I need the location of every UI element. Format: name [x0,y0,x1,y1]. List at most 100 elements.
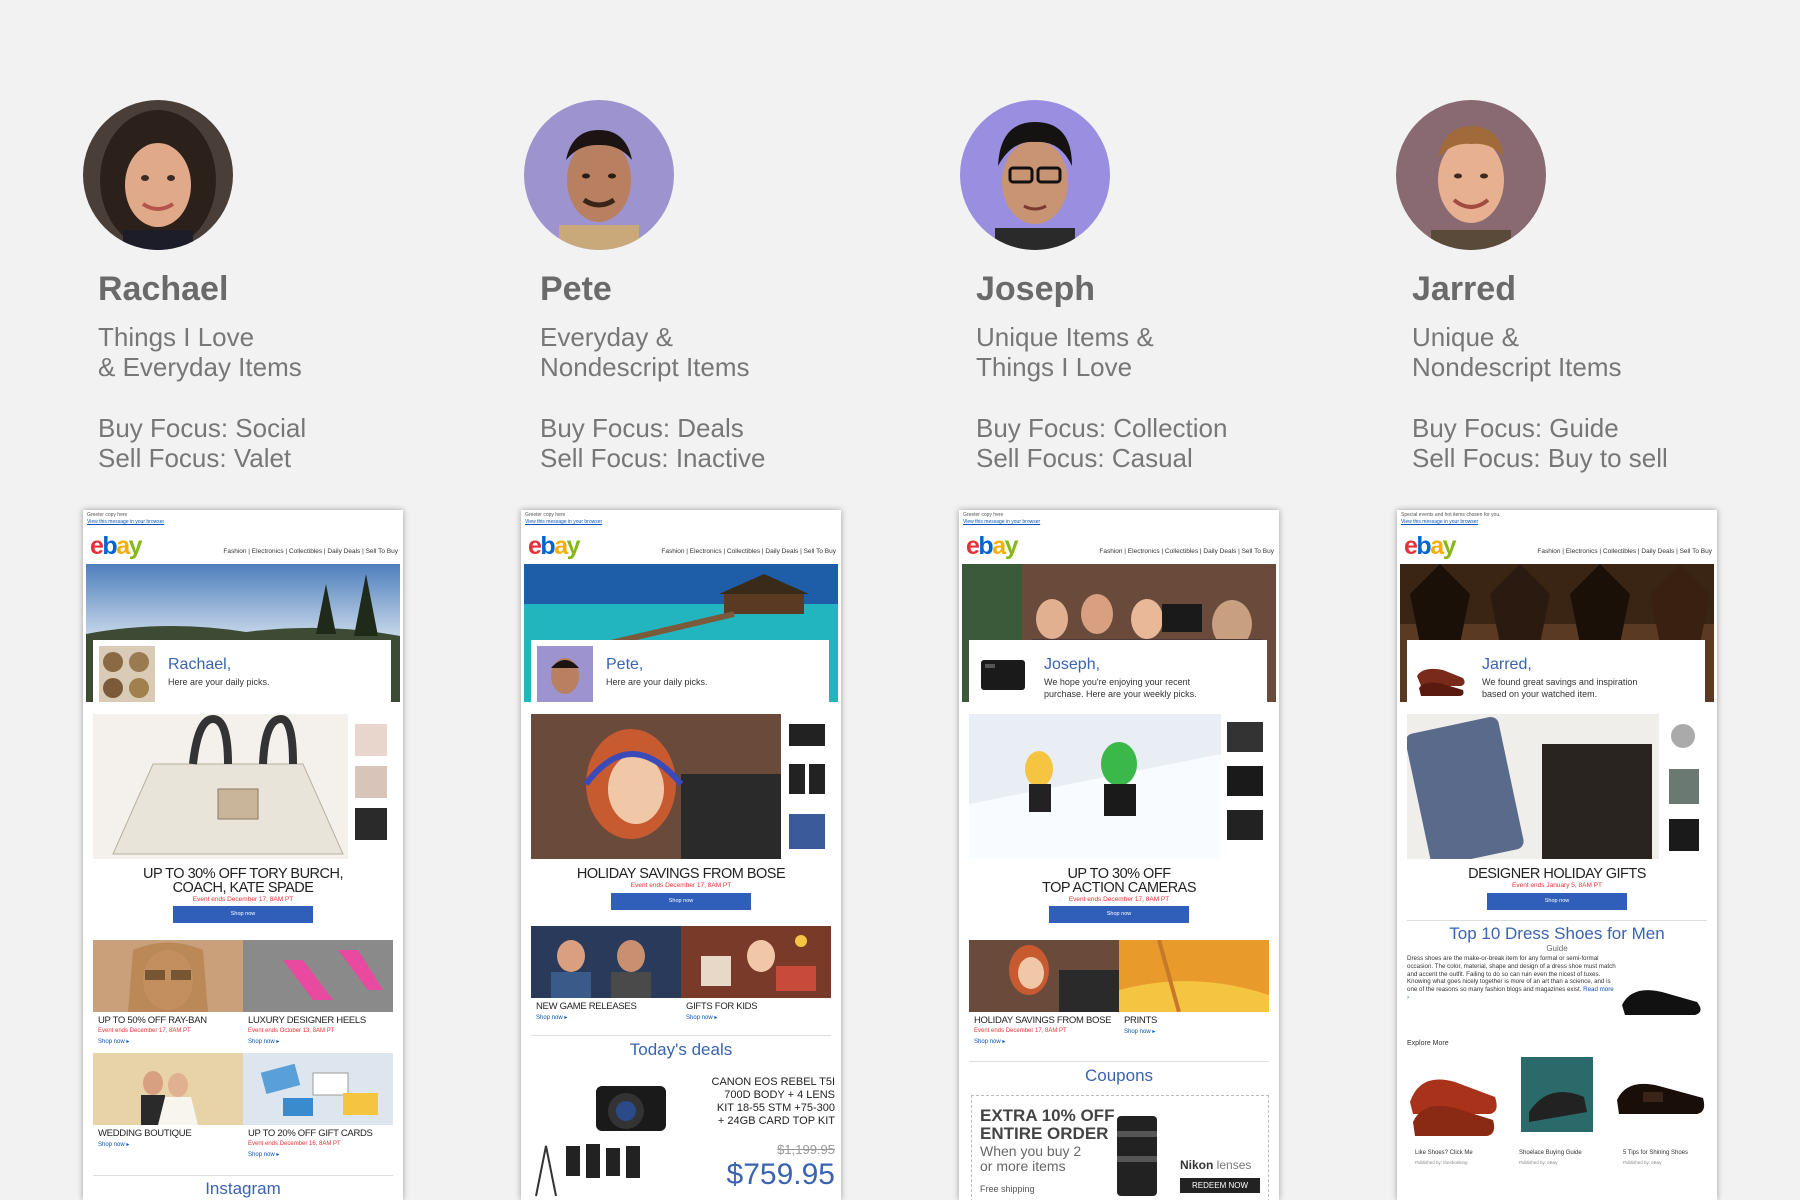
tile-event-date: Event ends December 16, 8AM PT [248,1141,341,1147]
tile-image [531,926,681,998]
shop-now-button[interactable]: Shop now [1487,893,1627,910]
shop-now-link[interactable]: Shop now ▸ [98,1141,129,1148]
persona-interest-line1: Unique & [1412,322,1519,352]
section-title-guide[interactable]: Top 10 Dress Shoes for Men [1397,924,1717,944]
greeting-name: Joseph, [1044,656,1101,673]
coupon-condition-line1: When you buy 2 [980,1143,1082,1159]
persona-interest-line1: Everyday & [540,322,673,352]
explore-title: Shoelace Buying Guide [1519,1150,1582,1156]
tile-image [1119,940,1269,1012]
shop-now-button[interactable]: Shop now [173,906,313,923]
email-preview-jarred: Special events and hot items chosen for … [1397,510,1717,1200]
feature-image-action-cameras[interactable] [969,714,1269,859]
explore-image [1509,1052,1605,1147]
view-in-browser-link[interactable]: View this message in your browser [87,519,164,525]
ebay-logo[interactable]: ebay [966,532,1019,561]
email-nav[interactable]: Fashion | Electronics | Collectibles | D… [661,548,836,555]
redeem-now-button[interactable]: REDEEM NOW [1180,1178,1260,1193]
shop-now-link[interactable]: Shop now ▸ [248,1038,279,1045]
section-subtitle: Guide [1546,944,1568,953]
shop-now-link[interactable]: Shop now ▸ [536,1014,567,1021]
persona-name: Pete [540,270,612,308]
section-title-coupons: Coupons [1084,1066,1154,1085]
shop-now-link[interactable]: Shop now ▸ [974,1038,1005,1045]
shop-now-button[interactable]: Shop now [1049,906,1189,923]
coupon-lens-image [1117,1116,1157,1196]
coupon-card[interactable]: EXTRA 10% OFF ENTIRE ORDER When you buy … [971,1095,1269,1200]
deal-title-line1: CANON EOS REBEL T5I [711,1076,835,1088]
feature-event-date: Event ends December 17, 8AM PT [192,896,294,903]
greeting-subtext-line2: purchase. Here are your weekly picks. [1044,689,1197,699]
explore-image [1405,1052,1501,1147]
persona-buy-focus: Buy Focus: Deals [540,413,744,443]
shop-now-link[interactable]: Shop now ▸ [248,1151,279,1158]
deal-price[interactable]: $759.95 [675,1158,835,1192]
avatar [524,100,674,250]
email-nav[interactable]: Fashion | Electronics | Collectibles | D… [1537,548,1712,555]
persona-name: Jarred [1412,270,1516,308]
email-nav[interactable]: Fashion | Electronics | Collectibles | D… [1099,548,1274,555]
coupon-headline-line2: ENTIRE ORDER [980,1124,1109,1143]
avatar [960,100,1110,250]
guide-body-text: Dress shoes are the make-or-break item f… [1407,955,1616,1001]
greeting-card: Rachael, Here are your daily picks. [93,640,391,706]
tile-title: PRINTS [1124,1015,1158,1026]
coupon-condition-line2: or more items [980,1158,1066,1174]
greeting-name: Jarred, [1482,656,1532,673]
preheader-text: Greeter copy here [963,512,1004,518]
tile-title: GIFTS FOR KIDS [686,1001,758,1012]
feature-image-handbag[interactable] [93,714,393,859]
email-preview-pete: Greeter copy here View this message in y… [521,510,841,1200]
persona-sell-focus: Sell Focus: Buy to sell [1412,443,1668,473]
greeting-subtext-line1: We hope you're enjoying your recent [1044,677,1191,687]
persona-interest-line2: Nondescript Items [1412,352,1622,382]
view-in-browser-link[interactable]: View this message in your browser [963,519,1040,525]
explore-publisher: Published by: theshoeking [1415,1160,1468,1165]
feature-image-designer-gifts[interactable] [1407,714,1707,859]
persona-interest-line1: Things I Love [98,322,255,352]
section-title-instagram: Instagram [205,1179,281,1198]
greeting-name: Pete, [606,656,644,673]
tile-event-date: Event ends December 17, 8AM PT [974,1028,1067,1034]
greeting-card: Pete, Here are your daily picks. [531,640,829,706]
ebay-logo[interactable]: ebay [1404,532,1457,561]
ebay-logo[interactable]: ebay [528,532,581,561]
explore-more-label: Explore More [1407,1040,1449,1047]
deal-image-camera-kit[interactable] [526,1066,686,1200]
view-in-browser-link[interactable]: View this message in your browser [1401,519,1478,525]
greeting-avatar [99,646,155,702]
view-in-browser-link[interactable]: View this message in your browser [525,519,602,525]
tile-title: LUXURY DESIGNER HEELS [248,1015,366,1026]
divider [531,1035,831,1036]
explore-item[interactable]: Like Shoes? Click Me Published by: thesh… [1405,1052,1501,1197]
shop-now-link[interactable]: Shop now ▸ [1124,1028,1155,1035]
persona-name: Rachael [98,270,229,308]
explore-item[interactable]: 5 Tips for Shining Shoes Published by: e… [1613,1052,1709,1197]
tile-image [93,1053,243,1125]
persona-interest-line2: Things I Love [976,352,1133,382]
tile-image [243,940,393,1012]
shop-now-button[interactable]: Shop now [611,893,751,910]
shop-now-link[interactable]: Shop now ▸ [686,1014,717,1021]
greeting-card: Joseph, We hope you're enjoying your rec… [969,640,1267,706]
avatar [83,100,233,250]
greeting-subtext-line1: We found great savings and inspiration [1482,677,1638,687]
explore-item[interactable]: Shoelace Buying Guide Published by: eBay [1509,1052,1605,1197]
feature-headline-line2: COACH, KATE SPADE [172,880,314,896]
feature-image-bose[interactable] [531,714,831,859]
feature-headline-line1: UP TO 30% OFF TORY BURCH, [143,866,343,882]
shop-now-link[interactable]: Shop now ▸ [98,1038,129,1045]
tile-title: UP TO 50% OFF RAY-BAN [98,1015,207,1026]
feature-headline-line1: UP TO 30% OFF [1067,866,1171,882]
guide-image-shoe [1617,960,1707,1030]
section-title-todays-deals: Today's deals [629,1040,733,1059]
divider [1407,920,1707,921]
greeting-subtext: Here are your daily picks. [168,677,270,687]
greeting-name: Rachael, [168,656,232,673]
feature-headline-line2: TOP ACTION CAMERAS [1041,880,1197,896]
ebay-logo[interactable]: ebay [90,532,143,561]
email-nav[interactable]: Fashion | Electronics | Collectibles | D… [223,548,398,555]
feature-event-date: Event ends January 5, 8AM PT [1512,882,1602,889]
coupon-brand: Nikon lenses [1180,1158,1252,1172]
coupon-free-shipping: Free shipping [980,1184,1035,1194]
